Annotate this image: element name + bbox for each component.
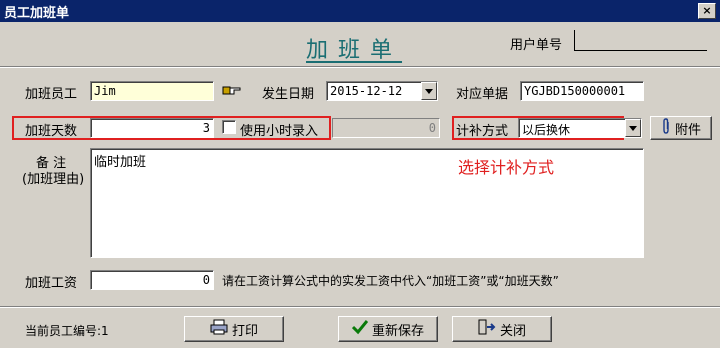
annotation-text: 选择计补方式 — [458, 158, 555, 177]
ref-input[interactable]: YGJBD150000001 — [520, 81, 644, 101]
close-window-button[interactable]: × — [698, 3, 716, 19]
hours-checkbox-label: 使用小时录入 — [240, 124, 319, 139]
employee-input[interactable]: Jim — [90, 81, 214, 101]
form-heading: 加班单 — [306, 38, 403, 63]
remark-sub-label: (加班理由) — [22, 172, 85, 187]
wage-hint: 请在工资计算公式中的实发工资中代入“加班工资”或“加班天数” — [222, 274, 559, 288]
user-no-label: 用户单号 — [510, 38, 563, 53]
footer-divider — [0, 306, 720, 308]
print-button[interactable]: 打印 — [184, 316, 284, 342]
pointing-hand-icon[interactable] — [222, 82, 242, 98]
method-select[interactable]: 以后换休 — [518, 118, 642, 138]
wage-label: 加班工资 — [25, 276, 78, 291]
resave-label: 重新保存 — [371, 323, 424, 339]
days-input[interactable]: 3 — [90, 118, 214, 138]
checkmark-icon — [351, 319, 369, 339]
days-label: 加班天数 — [25, 124, 78, 139]
printer-icon — [210, 319, 228, 339]
employee-label: 加班员工 — [25, 87, 78, 102]
window-title: 员工加班单 — [4, 6, 70, 21]
header-divider — [0, 66, 720, 68]
print-label: 打印 — [231, 323, 258, 339]
user-no-field[interactable] — [574, 30, 707, 51]
hours-checkbox[interactable] — [222, 119, 236, 134]
date-label: 发生日期 — [262, 87, 315, 102]
close-button[interactable]: 关闭 — [452, 316, 552, 342]
paperclip-icon — [661, 118, 671, 138]
date-dropdown-button[interactable] — [421, 82, 437, 100]
title-bar: 员工加班单 × — [0, 0, 720, 22]
remark-textarea[interactable]: 临时加班 — [90, 148, 644, 258]
ref-label: 对应单据 — [456, 87, 509, 102]
method-dropdown-button[interactable] — [625, 119, 641, 137]
attach-label: 附件 — [674, 122, 701, 138]
overtime-window: 员工加班单 × 加班单 用户单号 加班员工 Jim 发生日期 2015-12-1… — [0, 0, 720, 348]
method-label: 计补方式 — [456, 124, 509, 139]
hours-input: 0 — [332, 118, 440, 138]
exit-door-icon — [478, 319, 496, 339]
resave-button[interactable]: 重新保存 — [338, 316, 438, 342]
close-label: 关闭 — [499, 323, 526, 339]
current-employee-status: 当前员工编号:1 — [25, 324, 109, 338]
attach-button[interactable]: 附件 — [650, 116, 712, 140]
wage-input[interactable]: 0 — [90, 270, 214, 290]
